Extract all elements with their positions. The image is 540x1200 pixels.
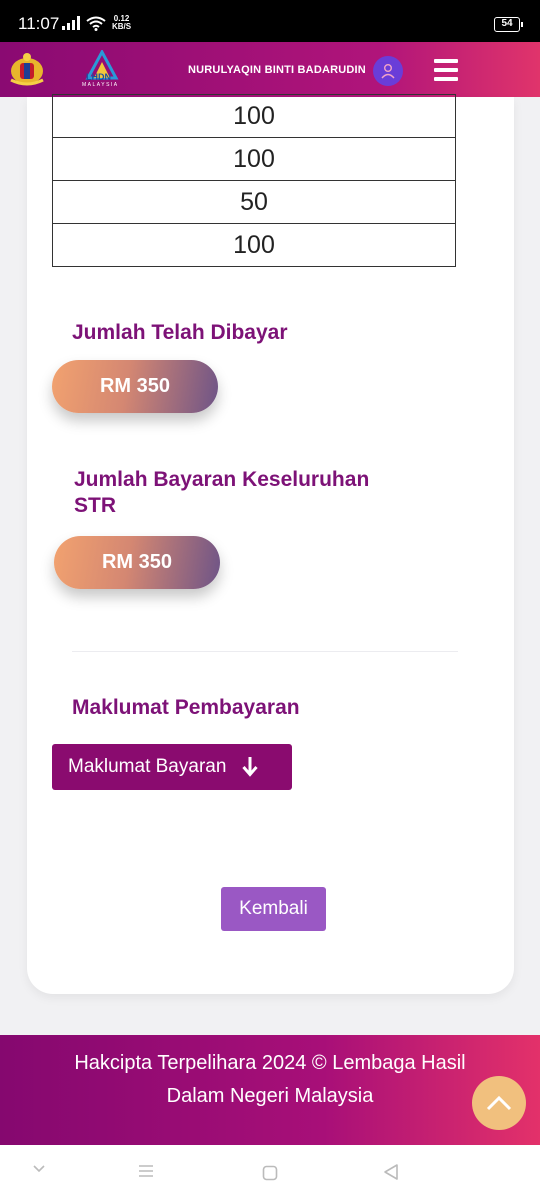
recent-apps-icon[interactable] [137,1164,155,1178]
user-avatar[interactable] [373,56,403,86]
payment-info-label: Maklumat Pembayaran [72,696,300,719]
table-cell-amount: 100 [52,94,456,138]
table-row: 100 [52,137,456,181]
payment-info-download-button[interactable]: Maklumat Bayaran [52,744,292,790]
footer: Hakcipta Terpelihara 2024 © Lembaga Hasi… [0,1035,540,1145]
payment-info-button-label: Maklumat Bayaran [68,756,227,777]
status-bar: 11:07 0.12 KB/S 54 [0,0,540,42]
status-time: 11:07 [18,14,60,33]
payments-table: 100 100 50 100 [52,94,456,267]
table-row: 50 [52,180,456,224]
paid-amount-badge: RM 350 [52,360,218,413]
table-row: 100 [52,223,456,267]
scroll-to-top-button[interactable] [472,1076,526,1130]
hamburger-icon-bar [434,68,458,72]
total-amount-label: Jumlah Bayaran Keseluruhan STR [74,468,370,517]
table-row: 100 [52,94,456,138]
top-navbar: LHDN MALAYSIA NURULYAQIN BINTI BADARUDIN [0,42,540,97]
chevron-down-icon[interactable] [30,1163,48,1175]
menu-toggle-button[interactable] [434,59,458,81]
signal-icon [62,16,80,30]
user-name: NURULYAQIN BINTI BADARUDIN [188,64,366,76]
wifi-icon [86,16,106,31]
section-divider [72,651,458,652]
hamburger-icon-bar [434,59,458,63]
hamburger-icon-bar [434,77,458,81]
home-icon[interactable] [262,1165,278,1181]
government-crest-icon [10,53,44,86]
back-triangle-icon[interactable] [382,1163,400,1181]
system-navigation-bar [0,1145,540,1200]
paid-amount-label: Jumlah Telah Dibayar [72,321,288,344]
total-amount-badge: RM 350 [54,536,220,589]
network-speed: 0.12 KB/S [112,14,132,31]
lhdn-logo-subtext: MALAYSIA [82,82,119,88]
table-cell-amount: 100 [52,137,456,181]
arrow-down-icon [242,757,259,777]
chevron-up-icon [486,1095,512,1111]
footer-copyright-line2: Dalam Negeri Malaysia [166,1085,374,1107]
table-cell-amount: 100 [52,223,456,267]
user-icon [381,64,395,79]
table-cell-amount: 50 [52,180,456,224]
battery-level: 54 [501,18,513,29]
status-icons: 0.12 KB/S [62,15,131,31]
lhdn-logo: LHDN MALAYSIA [80,48,124,90]
lhdn-logo-text: LHDN [86,72,111,82]
back-button[interactable]: Kembali [221,887,326,931]
footer-copyright-line1: Hakcipta Terpelihara 2024 © Lembaga Hasi… [74,1052,466,1074]
battery-icon: 54 [494,17,523,32]
